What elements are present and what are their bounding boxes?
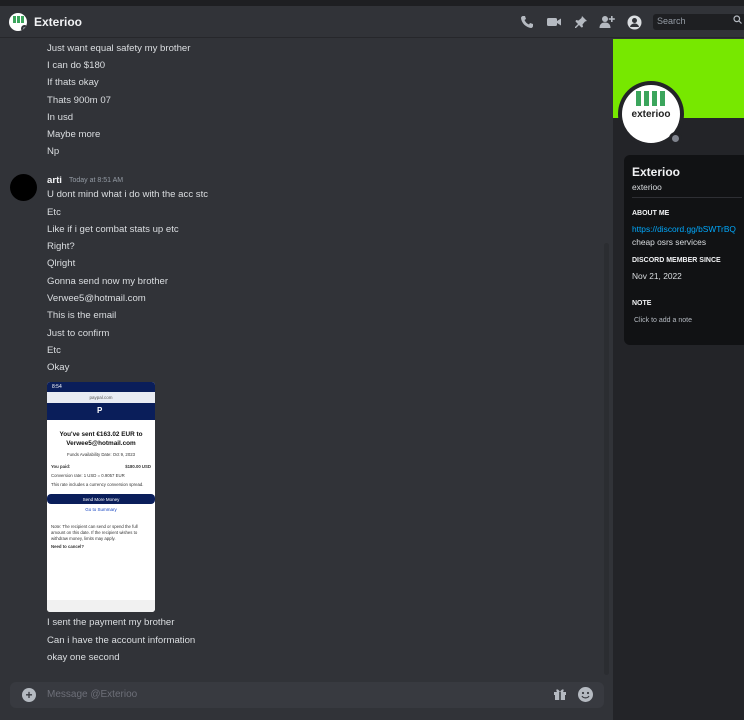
avatar-logo-text: exterioo [631,109,671,120]
profile-username: exterioo [632,182,662,192]
note-input[interactable]: Click to add a note [634,317,692,324]
attachment-summary-link: Go to Summary [85,507,117,512]
message-line: Right? [47,241,75,252]
attachment-paid-label: You paid: [51,464,71,469]
profile-avatar[interactable]: exterioo [618,81,684,147]
about-me-link[interactable]: https://discord.gg/bSWTrBQ [632,224,736,234]
message-line: Verwee5@hotmail.com [47,293,146,304]
chat-scrollbar[interactable] [604,243,609,675]
about-me-text: cheap osrs services [632,237,707,247]
user-profile-panel: exterioo Exterioo exterioo ABOUT ME http… [613,39,744,720]
attachment-send-more-button: Send More Money [47,494,155,504]
message-line: Okay [47,362,70,373]
avatar-stripe [13,16,16,23]
avatar-stripe [660,91,665,106]
message-line: This is the email [47,310,117,321]
channel-title[interactable]: Exterioo [34,15,82,29]
message-line: Etc [47,345,61,356]
header-avatar[interactable] [9,13,27,31]
member-since-date: Nov 21, 2022 [632,271,682,281]
message-line: Gonna send now my brother [47,276,169,287]
attachment-conversion: Conversion rate: 1 USD = 0.9057 EUR [51,473,125,478]
message-line: Just want equal safety my brother [47,43,191,54]
attachment-spread-note: This rate includes a currency conversion… [51,482,144,487]
message-timestamp: Today at 8:51 AM [69,177,124,184]
message-line: Maybe more [47,129,101,140]
user-profile-icon[interactable] [626,14,642,30]
message-placeholder: Message @Exterioo [47,689,138,700]
image-attachment[interactable]: 8:54 paypal.com P You've sent €163.02 EU… [47,382,155,612]
paypal-logo: P [97,406,103,415]
attachment-footer [47,600,155,612]
message-line: Can i have the account information [47,635,196,646]
attachment-headline: You've sent €163.02 EUR to Verwee5@hotma… [47,430,155,448]
phone-call-icon[interactable] [519,14,535,30]
attachment-status-bar: 8:54 [47,382,155,392]
plus-icon[interactable]: + [22,688,36,702]
message-line: Just to confirm [47,328,110,339]
avatar-stripe [21,16,24,23]
attachment-navbar: P [47,403,155,420]
divider [632,197,742,198]
attachment-headline-line: You've sent €163.02 EUR to [59,431,143,438]
message-line: Etc [47,207,61,218]
offline-status-icon [21,25,27,31]
attachment-url: paypal.com [47,392,155,403]
message-line: I can do $180 [47,60,106,71]
about-me-heading: ABOUT ME [632,210,670,217]
message-line: Thats 900m 07 [47,95,111,106]
message-line: Like if i get combat stats up etc [47,224,179,235]
search-placeholder: Search [657,16,686,26]
search-icon [733,15,742,27]
avatar-stripe [652,91,657,106]
attachment-note: Note: The recipient can send or spend th… [51,524,138,541]
member-since-heading: DISCORD MEMBER SINCE [632,257,721,264]
attachment-time: 8:54 [52,384,62,390]
message-username[interactable]: arti [47,175,62,186]
message-line: okay one second [47,652,120,663]
message-list: Just want equal safety my brother I can … [0,39,613,679]
message-line: I sent the payment my brother [47,617,175,628]
attachment-funds-date: Funds Availability Date: Oct 9, 2023 [67,452,135,457]
avatar[interactable] [10,174,37,201]
attachment-headline-line: Verwee5@hotmail.com [66,440,136,447]
avatar-stripe [17,16,20,23]
profile-display-name: Exterioo [632,165,681,179]
attachment-cancel-heading: Need to cancel? [51,544,84,549]
message-line: If thats okay [47,77,99,88]
message-line: Qlright [47,258,76,269]
attachment-paid-row: You paid: $180.00 USD [47,464,155,470]
add-friend-icon[interactable] [599,14,615,30]
gift-icon[interactable] [553,687,567,704]
message-line: In usd [47,112,74,123]
pin-icon[interactable] [573,14,589,30]
profile-card: Exterioo exterioo ABOUT ME https://disco… [624,155,744,345]
offline-status-icon [669,132,682,145]
message-line: U dont mind what i do with the acc stc [47,189,209,200]
message-input[interactable]: + Message @Exterioo [10,682,604,708]
emoji-icon[interactable] [578,687,593,702]
avatar-stripe [636,91,641,106]
note-heading: NOTE [632,300,652,307]
avatar-stripe [644,91,649,106]
attachment-paid-value: $180.00 USD [125,464,151,469]
message-line: Np [47,146,60,157]
video-icon[interactable] [546,14,562,30]
channel-header: Exterioo Search [0,6,744,38]
search-input[interactable]: Search [653,14,744,30]
